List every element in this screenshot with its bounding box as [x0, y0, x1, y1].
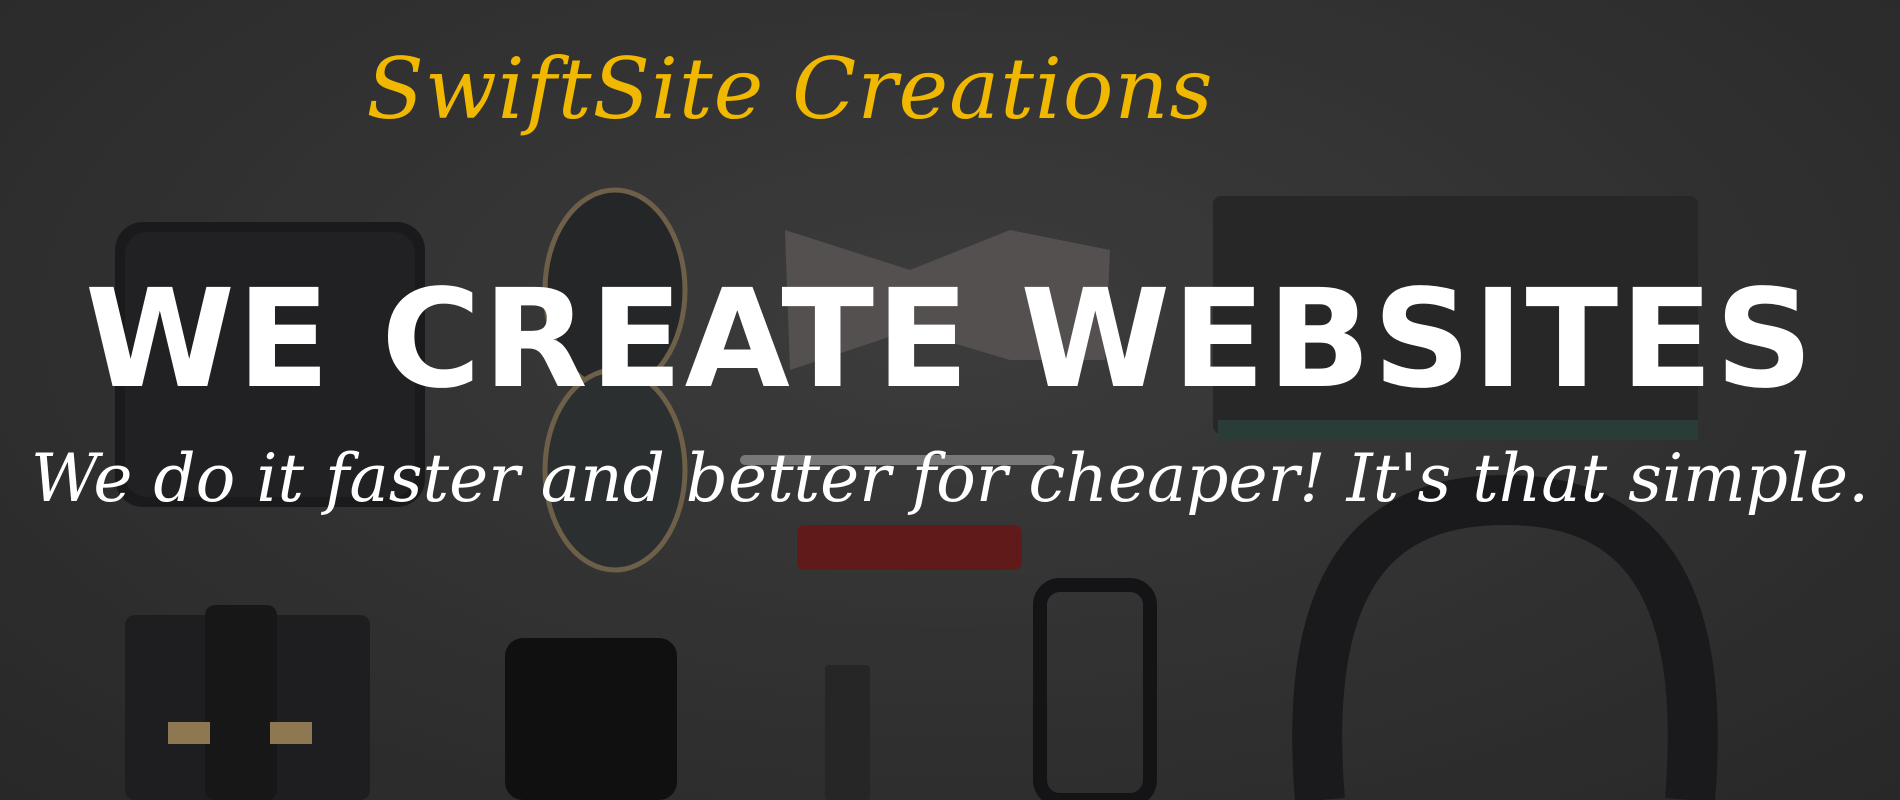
hero-section: SwiftSite Creations WE CREATE WEBSITES W… — [0, 0, 1900, 800]
hero-headline: WE CREATE WEBSITES — [84, 261, 1816, 419]
hero-tagline: We do it faster and better for cheaper! … — [30, 440, 1870, 517]
brand-logo[interactable]: SwiftSite Creations — [0, 40, 1740, 138]
